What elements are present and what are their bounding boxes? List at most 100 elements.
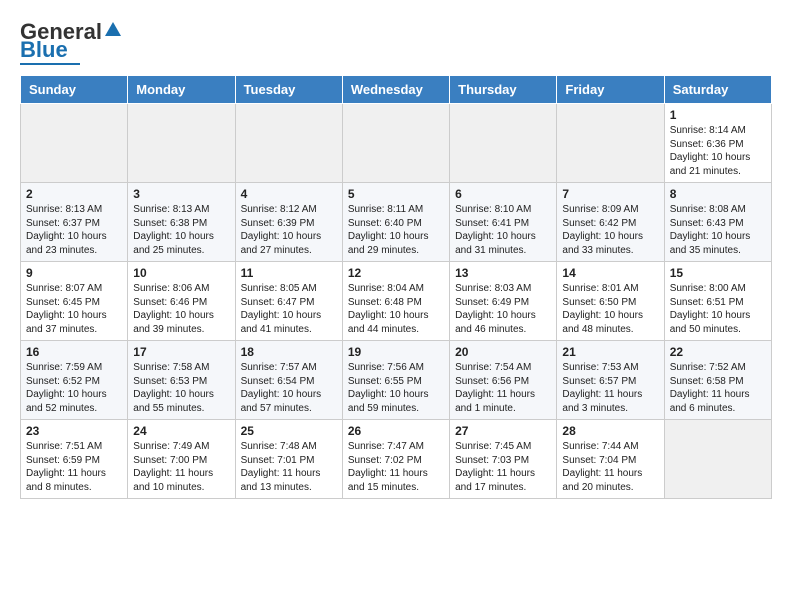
day-info: Sunrise: 7:45 AM Sunset: 7:03 PM Dayligh… [455,440,551,494]
calendar-cell [450,104,557,183]
day-info: Sunrise: 8:13 AM Sunset: 6:38 PM Dayligh… [133,203,229,257]
calendar-cell: 24 Sunrise: 7:49 AM Sunset: 7:00 PM Dayli… [128,420,235,499]
day-info: Sunrise: 7:48 AM Sunset: 7:01 PM Dayligh… [241,440,337,494]
day-number: 2 [26,187,122,201]
day-info: Sunrise: 8:09 AM Sunset: 6:42 PM Dayligh… [562,203,658,257]
logo-triangle-icon [104,20,122,38]
calendar-cell: 28 Sunrise: 7:44 AM Sunset: 7:04 PM Dayli… [557,420,664,499]
calendar-cell: 6 Sunrise: 8:10 AM Sunset: 6:41 PM Daylig… [450,183,557,262]
calendar-cell: 23 Sunrise: 7:51 AM Sunset: 6:59 PM Dayli… [21,420,128,499]
weekday-header-monday: Monday [128,76,235,104]
day-info: Sunrise: 8:01 AM Sunset: 6:50 PM Dayligh… [562,282,658,336]
calendar-cell: 17Sunrise: 7:58 AM Sunset: 6:53 PM Dayli… [128,341,235,420]
day-number: 1 [670,108,766,122]
day-info: Sunrise: 7:49 AM Sunset: 7:00 PM Dayligh… [133,440,229,494]
calendar-cell [342,104,449,183]
day-number: 5 [348,187,444,201]
day-number: 24 [133,424,229,438]
day-info: Sunrise: 8:03 AM Sunset: 6:49 PM Dayligh… [455,282,551,336]
logo: General Blue [20,20,122,65]
calendar-header-row: SundayMondayTuesdayWednesdayThursdayFrid… [21,76,772,104]
day-number: 3 [133,187,229,201]
weekday-header-sunday: Sunday [21,76,128,104]
day-info: Sunrise: 8:10 AM Sunset: 6:41 PM Dayligh… [455,203,551,257]
day-info: Sunrise: 8:04 AM Sunset: 6:48 PM Dayligh… [348,282,444,336]
calendar-cell: 3 Sunrise: 8:13 AM Sunset: 6:38 PM Daylig… [128,183,235,262]
day-info: Sunrise: 7:57 AM Sunset: 6:54 PM Dayligh… [241,361,337,415]
day-info: Sunrise: 7:52 AM Sunset: 6:58 PM Dayligh… [670,361,766,415]
calendar-week-1: 1 Sunrise: 8:14 AM Sunset: 6:36 PM Daylig… [21,104,772,183]
calendar-cell: 10Sunrise: 8:06 AM Sunset: 6:46 PM Dayli… [128,262,235,341]
logo-line [20,63,80,65]
day-info: Sunrise: 8:12 AM Sunset: 6:39 PM Dayligh… [241,203,337,257]
calendar-cell: 19 Sunrise: 7:56 AM Sunset: 6:55 PM Dayli… [342,341,449,420]
calendar-cell: 12 Sunrise: 8:04 AM Sunset: 6:48 PM Dayli… [342,262,449,341]
calendar-cell: 25 Sunrise: 7:48 AM Sunset: 7:01 PM Dayli… [235,420,342,499]
day-info: Sunrise: 7:59 AM Sunset: 6:52 PM Dayligh… [26,361,122,415]
calendar-week-2: 2 Sunrise: 8:13 AM Sunset: 6:37 PM Daylig… [21,183,772,262]
weekday-header-tuesday: Tuesday [235,76,342,104]
calendar-cell: 7 Sunrise: 8:09 AM Sunset: 6:42 PM Daylig… [557,183,664,262]
day-number: 13 [455,266,551,280]
day-number: 6 [455,187,551,201]
calendar-cell: 8 Sunrise: 8:08 AM Sunset: 6:43 PM Daylig… [664,183,771,262]
weekday-header-thursday: Thursday [450,76,557,104]
day-info: Sunrise: 8:14 AM Sunset: 6:36 PM Dayligh… [670,124,766,178]
day-number: 9 [26,266,122,280]
day-info: Sunrise: 8:11 AM Sunset: 6:40 PM Dayligh… [348,203,444,257]
day-number: 23 [26,424,122,438]
day-number: 16 [26,345,122,359]
day-info: Sunrise: 7:58 AM Sunset: 6:53 PM Dayligh… [133,361,229,415]
day-number: 28 [562,424,658,438]
day-info: Sunrise: 8:07 AM Sunset: 6:45 PM Dayligh… [26,282,122,336]
calendar-cell: 27 Sunrise: 7:45 AM Sunset: 7:03 PM Dayli… [450,420,557,499]
calendar-cell: 4Sunrise: 8:12 AM Sunset: 6:39 PM Daylig… [235,183,342,262]
day-info: Sunrise: 7:53 AM Sunset: 6:57 PM Dayligh… [562,361,658,415]
day-number: 7 [562,187,658,201]
calendar-cell: 22 Sunrise: 7:52 AM Sunset: 6:58 PM Dayli… [664,341,771,420]
day-info: Sunrise: 7:56 AM Sunset: 6:55 PM Dayligh… [348,361,444,415]
day-number: 18 [241,345,337,359]
calendar-week-5: 23 Sunrise: 7:51 AM Sunset: 6:59 PM Dayli… [21,420,772,499]
calendar-week-3: 9 Sunrise: 8:07 AM Sunset: 6:45 PM Daylig… [21,262,772,341]
day-number: 20 [455,345,551,359]
day-number: 8 [670,187,766,201]
calendar-cell: 2 Sunrise: 8:13 AM Sunset: 6:37 PM Daylig… [21,183,128,262]
logo-blue: Blue [20,39,68,61]
calendar-table: SundayMondayTuesdayWednesdayThursdayFrid… [20,75,772,499]
calendar-cell: 14 Sunrise: 8:01 AM Sunset: 6:50 PM Dayli… [557,262,664,341]
page: General Blue SundayMondayTuesdayWednesda… [0,0,792,509]
calendar-cell: 1 Sunrise: 8:14 AM Sunset: 6:36 PM Daylig… [664,104,771,183]
calendar-cell: 18 Sunrise: 7:57 AM Sunset: 6:54 PM Dayli… [235,341,342,420]
day-info: Sunrise: 8:08 AM Sunset: 6:43 PM Dayligh… [670,203,766,257]
calendar-cell [128,104,235,183]
calendar-cell [235,104,342,183]
calendar-cell: 20Sunrise: 7:54 AM Sunset: 6:56 PM Dayli… [450,341,557,420]
day-info: Sunrise: 7:47 AM Sunset: 7:02 PM Dayligh… [348,440,444,494]
day-info: Sunrise: 8:05 AM Sunset: 6:47 PM Dayligh… [241,282,337,336]
day-info: Sunrise: 8:13 AM Sunset: 6:37 PM Dayligh… [26,203,122,257]
day-number: 14 [562,266,658,280]
calendar-week-4: 16 Sunrise: 7:59 AM Sunset: 6:52 PM Dayli… [21,341,772,420]
calendar-cell: 9 Sunrise: 8:07 AM Sunset: 6:45 PM Daylig… [21,262,128,341]
day-info: Sunrise: 7:51 AM Sunset: 6:59 PM Dayligh… [26,440,122,494]
calendar-cell: 21 Sunrise: 7:53 AM Sunset: 6:57 PM Dayli… [557,341,664,420]
calendar-cell: 16 Sunrise: 7:59 AM Sunset: 6:52 PM Dayli… [21,341,128,420]
day-number: 19 [348,345,444,359]
calendar-cell: 5 Sunrise: 8:11 AM Sunset: 6:40 PM Daylig… [342,183,449,262]
day-number: 12 [348,266,444,280]
calendar-cell: 11 Sunrise: 8:05 AM Sunset: 6:47 PM Dayli… [235,262,342,341]
day-number: 11 [241,266,337,280]
day-number: 27 [455,424,551,438]
calendar-cell [664,420,771,499]
day-number: 15 [670,266,766,280]
calendar-cell: 13 Sunrise: 8:03 AM Sunset: 6:49 PM Dayli… [450,262,557,341]
day-number: 25 [241,424,337,438]
day-number: 21 [562,345,658,359]
day-number: 22 [670,345,766,359]
calendar-cell [21,104,128,183]
header: General Blue [20,20,772,65]
day-info: Sunrise: 7:44 AM Sunset: 7:04 PM Dayligh… [562,440,658,494]
calendar-cell: 15Sunrise: 8:00 AM Sunset: 6:51 PM Dayli… [664,262,771,341]
calendar-cell: 26Sunrise: 7:47 AM Sunset: 7:02 PM Dayli… [342,420,449,499]
